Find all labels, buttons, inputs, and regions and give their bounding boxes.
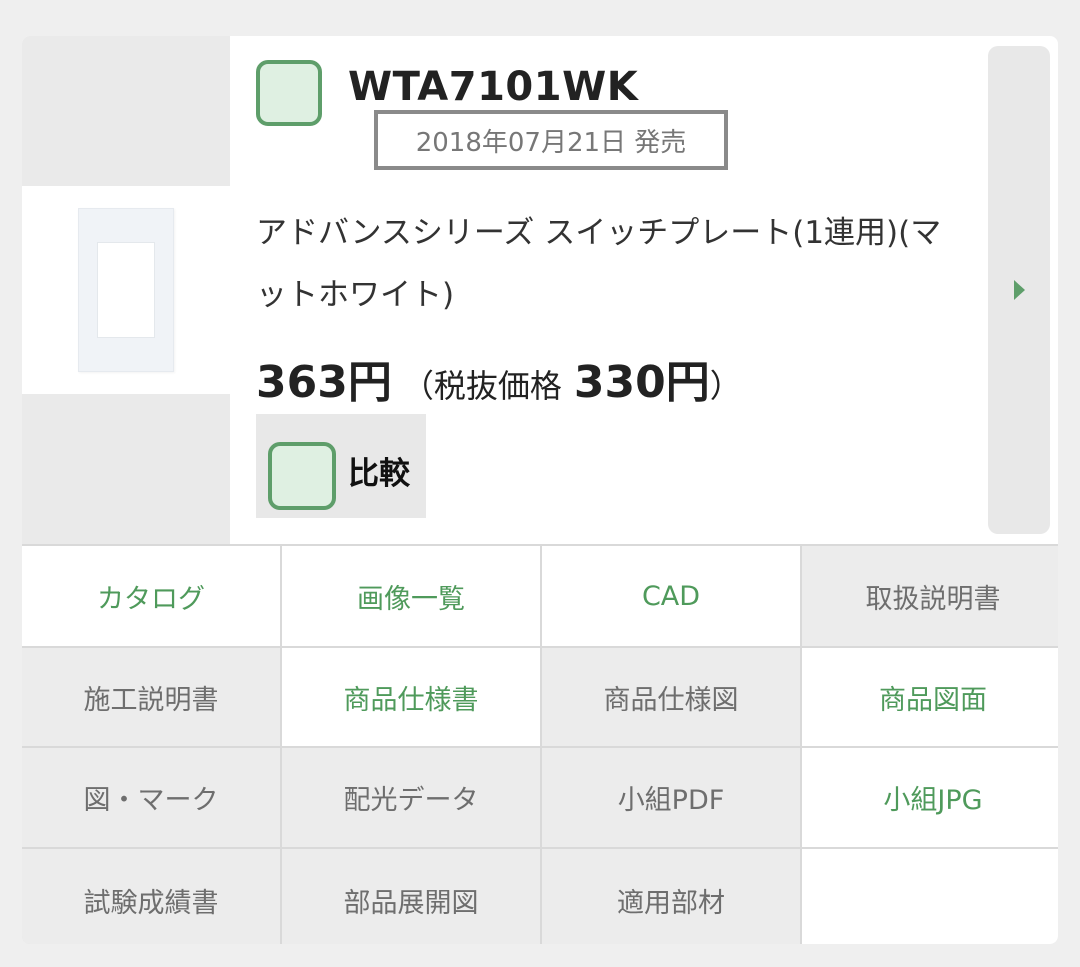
price-row: 363円 （税抜価格 330円 ） (256, 346, 742, 410)
caret-right-icon (1014, 280, 1025, 300)
product-name[interactable]: アドバンスシリーズ スイッチプレート(1連用)(マットホワイト) (256, 202, 956, 326)
next-product-button[interactable] (988, 46, 1050, 534)
switch-plate-image (78, 208, 174, 372)
product-card: WTA7101WK 2018年07月21日 発売 アドバンスシリーズ スイッチプ… (22, 36, 1058, 944)
document-links-grid: カタログ 画像一覧 CAD 取扱説明書 施工説明書 商品仕様書 商品仕様図 商品… (22, 544, 1058, 944)
link-assembly-pdf: 小組PDF (542, 748, 800, 847)
link-applicable-parts: 適用部材 (542, 849, 800, 944)
link-installation-manual: 施工説明書 (22, 648, 280, 746)
link-cad[interactable]: CAD (542, 546, 800, 646)
switch-plate-opening (97, 242, 155, 338)
link-catalog[interactable]: カタログ (22, 546, 280, 646)
link-light-distribution: 配光データ (282, 748, 540, 847)
price-excl-tax-label: （税抜価格 (401, 367, 562, 405)
product-image-column (22, 36, 230, 544)
empty-cell (802, 849, 1058, 944)
price-without-tax: 330円 (573, 357, 710, 408)
select-product-checkbox[interactable] (256, 60, 322, 126)
product-model-number[interactable]: WTA7101WK (348, 64, 638, 110)
link-assembly-jpg[interactable]: 小組JPG (802, 748, 1058, 847)
link-spec-drawing: 商品仕様図 (542, 648, 800, 746)
compare-label: 比較 (348, 456, 410, 492)
link-test-report: 試験成績書 (22, 849, 280, 944)
compare-button[interactable]: 比較 (256, 414, 426, 518)
product-image[interactable] (22, 186, 230, 394)
price-with-tax: 363円 (256, 357, 392, 408)
link-image-list[interactable]: 画像一覧 (282, 546, 540, 646)
link-instruction-manual: 取扱説明書 (802, 546, 1058, 646)
link-diagram-mark: 図・マーク (22, 748, 280, 847)
link-spec-sheet[interactable]: 商品仕様書 (282, 648, 540, 746)
release-date-badge: 2018年07月21日 発売 (374, 110, 728, 170)
link-parts-breakdown: 部品展開図 (282, 849, 540, 944)
link-product-drawing[interactable]: 商品図面 (802, 648, 1058, 746)
price-close-paren: ） (709, 367, 742, 405)
compare-checkbox[interactable] (268, 442, 336, 510)
